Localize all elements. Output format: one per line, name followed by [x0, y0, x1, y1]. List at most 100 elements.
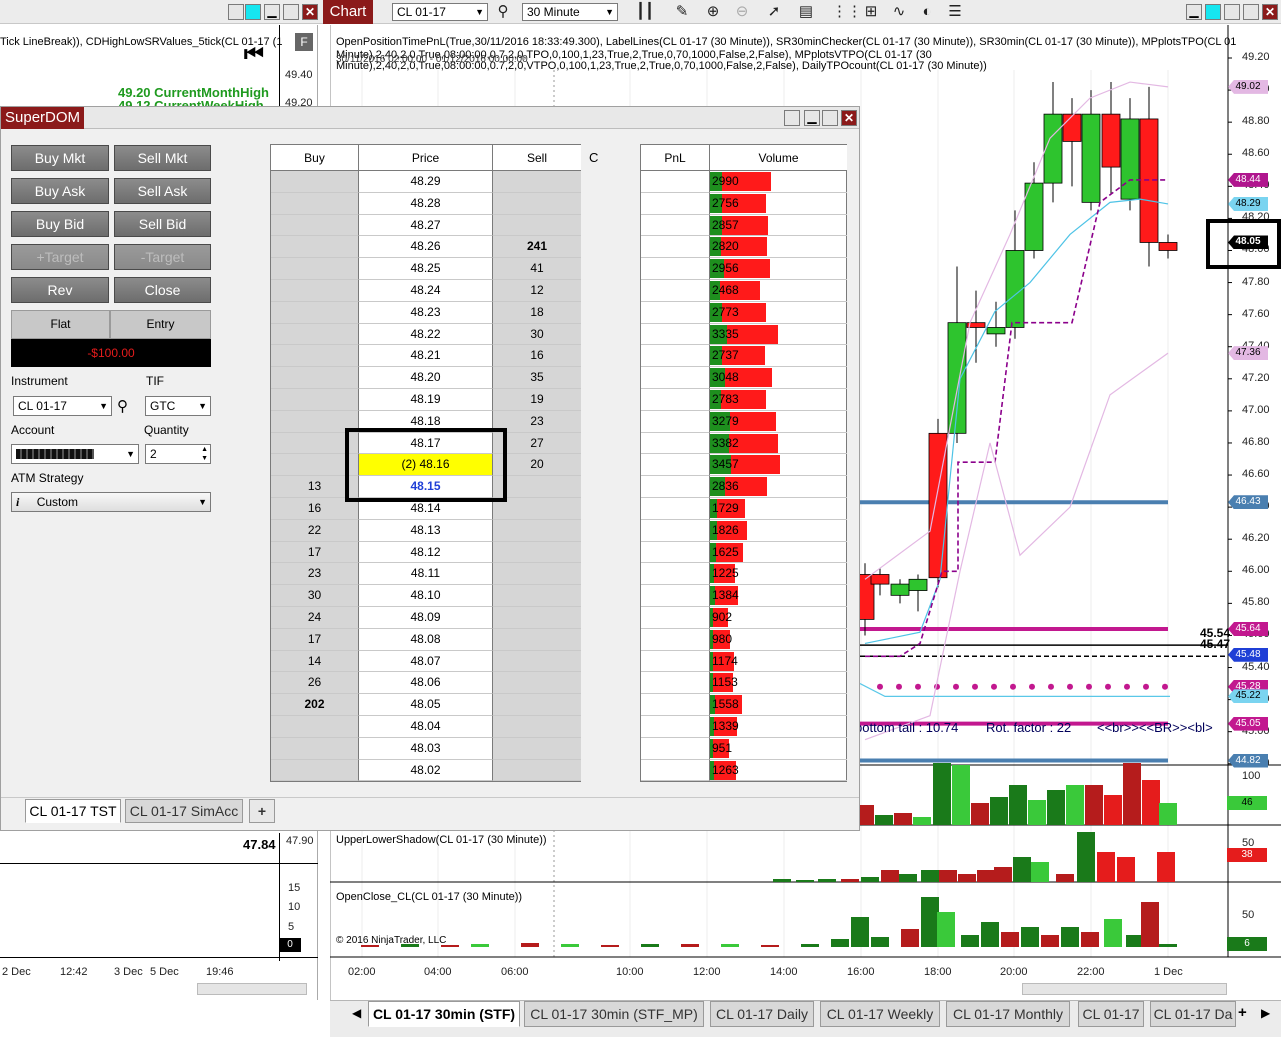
- bid-size-cell[interactable]: [271, 345, 359, 368]
- bid-size-cell[interactable]: [271, 236, 359, 259]
- zoom-in-icon[interactable]: ⊕: [704, 3, 722, 21]
- maximize-icon[interactable]: [822, 110, 838, 126]
- bid-size-cell[interactable]: 30: [271, 585, 359, 607]
- superdom-titlebar[interactable]: SuperDOM ▁ ✕: [1, 107, 859, 129]
- sell-market-button[interactable]: Sell Mkt: [114, 145, 211, 171]
- ask-size-cell[interactable]: 16: [493, 345, 581, 368]
- chart-tab[interactable]: CL 01-17 Da: [1150, 1001, 1236, 1027]
- chart-tab[interactable]: CL 01-17 30min (STF_MP): [524, 1001, 704, 1027]
- bid-size-cell[interactable]: [271, 280, 359, 302]
- ask-size-cell[interactable]: [493, 694, 581, 716]
- ask-size-cell[interactable]: [493, 737, 581, 760]
- search-icon[interactable]: ⚲: [117, 397, 128, 415]
- bar-type-icon[interactable]: ┃┃: [636, 3, 654, 21]
- chart-tab[interactable]: CL 01-17 Daily: [710, 1001, 814, 1027]
- bid-size-cell[interactable]: [271, 258, 359, 280]
- price-cell[interactable]: 48.10: [359, 585, 493, 607]
- left-scrollbar[interactable]: [197, 983, 307, 995]
- bid-size-cell[interactable]: [271, 192, 359, 215]
- interval-selector[interactable]: 30 Minute ▼: [522, 3, 618, 21]
- ask-size-cell[interactable]: 19: [493, 389, 581, 411]
- ask-size-cell[interactable]: [493, 541, 581, 564]
- chart-scrollbar[interactable]: [1022, 983, 1227, 995]
- volume-column-header[interactable]: Volume: [710, 145, 847, 171]
- bid-size-cell[interactable]: 24: [271, 607, 359, 629]
- tif-selector[interactable]: GTC ▼: [145, 396, 211, 416]
- ask-size-cell[interactable]: [493, 672, 581, 695]
- c-column-header[interactable]: C: [589, 150, 598, 165]
- link-icon[interactable]: [1205, 4, 1221, 20]
- bid-size-cell[interactable]: 23: [271, 563, 359, 586]
- chart-tab[interactable]: CL 01-17 30min (STF): [368, 1001, 520, 1027]
- menu-icon[interactable]: ☰: [946, 3, 964, 21]
- price-cell[interactable]: 48.21: [359, 345, 493, 368]
- bid-size-cell[interactable]: 17: [271, 628, 359, 651]
- price-cell[interactable]: 48.27: [359, 214, 493, 237]
- buy-ask-button[interactable]: Buy Ask: [11, 178, 109, 204]
- price-cell[interactable]: 48.19: [359, 389, 493, 411]
- ask-size-cell[interactable]: [493, 563, 581, 586]
- minus-target-button[interactable]: -Target: [114, 244, 211, 270]
- ask-size-cell[interactable]: [493, 171, 581, 193]
- account-selector[interactable]: ▼: [11, 444, 139, 464]
- price-cell[interactable]: 48.23: [359, 301, 493, 324]
- ask-size-cell[interactable]: [493, 628, 581, 651]
- price-cell[interactable]: 48.08: [359, 628, 493, 651]
- price-cell[interactable]: 48.05: [359, 694, 493, 716]
- sell-bid-button[interactable]: Sell Bid: [114, 211, 211, 237]
- chart-tab[interactable]: CL 01-17: [1078, 1001, 1144, 1027]
- price-cell[interactable]: 48.04: [359, 716, 493, 738]
- bid-size-cell[interactable]: 17: [271, 541, 359, 564]
- price-cell[interactable]: 48.11: [359, 563, 493, 586]
- price-cell[interactable]: 48.06: [359, 672, 493, 695]
- price-cell[interactable]: 48.22: [359, 323, 493, 346]
- reverse-button[interactable]: Rev: [11, 277, 109, 303]
- price-cell[interactable]: 48.09: [359, 607, 493, 629]
- format-icon[interactable]: F: [295, 33, 313, 51]
- maximize-icon[interactable]: [1243, 4, 1259, 20]
- minimize-icon[interactable]: [228, 4, 244, 20]
- ask-size-cell[interactable]: [493, 607, 581, 629]
- chart-tab[interactable]: CL 01-17 Monthly: [946, 1001, 1070, 1027]
- bid-size-cell[interactable]: 26: [271, 672, 359, 695]
- buy-column-header[interactable]: Buy: [271, 145, 359, 171]
- instrument-selector[interactable]: CL 01-17 ▼: [13, 396, 112, 416]
- properties-icon[interactable]: ⊞: [862, 3, 880, 21]
- close-icon[interactable]: ✕: [1262, 4, 1278, 20]
- tab-cl-tst[interactable]: CL 01-17 TST: [25, 799, 121, 823]
- restore-icon[interactable]: [784, 110, 800, 126]
- search-icon[interactable]: ⚲: [494, 3, 512, 21]
- ask-size-cell[interactable]: 35: [493, 367, 581, 389]
- buy-bid-button[interactable]: Buy Bid: [11, 211, 109, 237]
- bid-size-cell[interactable]: [271, 737, 359, 760]
- add-tab-button[interactable]: +: [249, 799, 275, 823]
- bid-size-cell[interactable]: [271, 323, 359, 346]
- ask-size-cell[interactable]: [493, 650, 581, 673]
- minimize-icon[interactable]: ▁: [1186, 4, 1202, 20]
- bid-size-cell[interactable]: [271, 716, 359, 738]
- ask-size-cell[interactable]: 41: [493, 258, 581, 280]
- time-axis[interactable]: 02:00 04:00 06:00 10:00 12:00 14:00 16:00 18:00…: [330, 957, 1228, 978]
- bid-size-cell[interactable]: [271, 171, 359, 193]
- price-cell[interactable]: 48.24: [359, 280, 493, 302]
- link-icon[interactable]: [245, 4, 261, 20]
- sell-column-header[interactable]: Sell: [493, 145, 581, 171]
- ask-size-cell[interactable]: [493, 585, 581, 607]
- restore-icon[interactable]: [1224, 4, 1240, 20]
- minimize-window-icon[interactable]: ▁: [264, 4, 280, 20]
- price-cell[interactable]: 48.03: [359, 737, 493, 760]
- bid-size-cell[interactable]: [271, 301, 359, 324]
- bid-size-cell[interactable]: 22: [271, 519, 359, 542]
- bid-size-cell[interactable]: 202: [271, 694, 359, 716]
- plus-target-button[interactable]: +Target: [11, 244, 109, 270]
- ask-size-cell[interactable]: [493, 192, 581, 215]
- price-cell[interactable]: 48.20: [359, 367, 493, 389]
- price-cell[interactable]: 48.02: [359, 759, 493, 782]
- scroll-to-start-icon[interactable]: ⏮: [244, 41, 264, 67]
- tab-cl-simacc[interactable]: CL 01-17 SimAcc: [125, 799, 243, 823]
- ask-size-cell[interactable]: [493, 759, 581, 782]
- chart-tab[interactable]: CL 01-17 Weekly: [820, 1001, 940, 1027]
- ask-size-cell[interactable]: [493, 716, 581, 738]
- ask-size-cell[interactable]: [493, 519, 581, 542]
- buy-market-button[interactable]: Buy Mkt: [11, 145, 109, 171]
